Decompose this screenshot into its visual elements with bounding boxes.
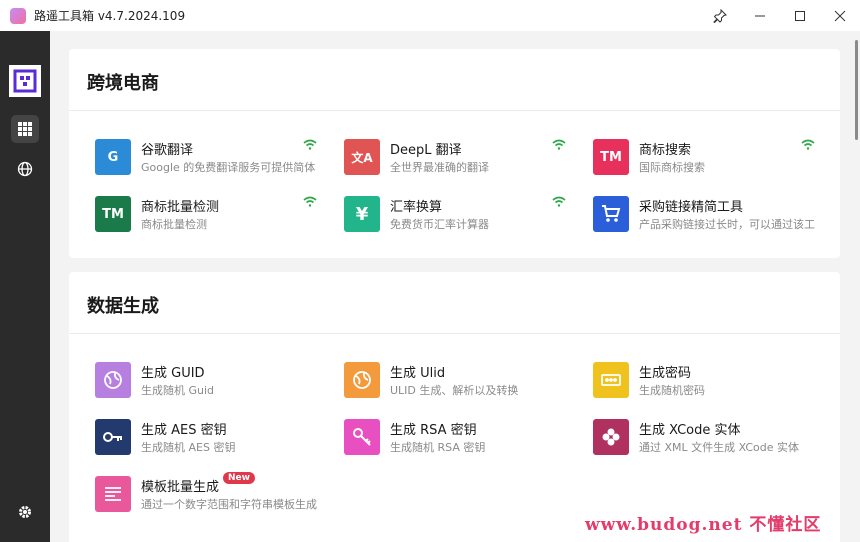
tool-name: 生成 XCode 实体: [639, 423, 741, 438]
settings-button[interactable]: [11, 498, 39, 526]
scrollbar-thumb[interactable]: [855, 40, 858, 140]
tool-generate-password[interactable]: 生成密码 生成随机密码: [593, 360, 833, 402]
tool-name: 商标搜索: [639, 143, 692, 158]
app-logo: [9, 65, 41, 97]
tool-name: 生成 Ulid: [390, 366, 446, 381]
wifi-icon: [303, 196, 317, 207]
pin-button[interactable]: [700, 0, 740, 31]
wifi-icon: [801, 139, 815, 150]
tool-name: 生成 GUID: [141, 366, 205, 381]
tool-desc: 全世界最准确的翻译: [390, 161, 489, 174]
tool-name: 谷歌翻译: [141, 143, 194, 158]
tool-google-translate[interactable]: G 谷歌翻译 Google 的免费翻译服务可提供简体: [95, 137, 335, 179]
tool-desc: 生成随机 AES 密钥: [141, 441, 236, 454]
nav-web-button[interactable]: [11, 155, 39, 183]
tool-name: DeepL 翻译: [390, 143, 462, 158]
new-badge: New: [223, 472, 255, 484]
watermark: www.budog.net 不懂社区: [585, 515, 822, 535]
key-icon: [95, 419, 131, 455]
maximize-button[interactable]: [780, 0, 820, 31]
tool-deepl-translate[interactable]: 文A DeepL 翻译 全世界最准确的翻译: [344, 137, 584, 179]
tool-generate-xcode-entity[interactable]: 生成 XCode 实体 通过 XML 文件生成 XCode 实体: [593, 417, 833, 459]
tool-link-shortener[interactable]: 采购链接精简工具 产品采购链接过长时，可以通过该工: [593, 194, 833, 236]
nav-apps-button[interactable]: [11, 115, 39, 143]
globe-icon: [95, 362, 131, 398]
tool-desc: 生成随机密码: [639, 384, 705, 397]
tool-desc: 通过 XML 文件生成 XCode 实体: [639, 441, 800, 454]
tool-name: 采购链接精简工具: [639, 200, 744, 215]
shopping-cart-icon: [593, 196, 629, 232]
globe-icon: [344, 362, 380, 398]
tool-name: 生成 AES 密钥: [141, 423, 227, 438]
yen-icon: ¥: [344, 196, 380, 232]
main-content: 跨境电商 G 谷歌翻译 Google 的免费翻译服务可提供简体 文A DeepL…: [50, 31, 852, 542]
wifi-icon: [303, 139, 317, 150]
tool-exchange-rate[interactable]: ¥ 汇率换算 免费货币汇率计算器: [344, 194, 584, 236]
minimize-icon: [755, 15, 765, 16]
tool-name: 模板批量生成: [141, 480, 220, 495]
minimize-button[interactable]: [740, 0, 780, 31]
tool-desc: Google 的免费翻译服务可提供简体: [141, 161, 316, 174]
tool-template-batch[interactable]: 模板批量生成 New 通过一个数字范围和字符串模板生成: [95, 472, 335, 516]
section-divider: [69, 333, 840, 334]
app-rocket-icon: [10, 7, 26, 24]
settings-gear-icon: [19, 506, 31, 518]
globe-icon: [17, 161, 33, 177]
section-divider: [69, 110, 840, 111]
section-title: 跨境电商: [87, 73, 159, 94]
wifi-icon: [552, 139, 566, 150]
maximize-icon: [795, 10, 805, 21]
google-translate-icon: G: [95, 139, 131, 175]
tool-desc: 免费货币汇率计算器: [390, 218, 489, 231]
close-icon: [834, 10, 846, 21]
section-data-generation: 数据生成 生成 GUID 生成随机 Guid 生成 Ulid ULID 生成、解…: [69, 272, 840, 542]
key-icon: [344, 419, 380, 455]
tool-generate-ulid[interactable]: 生成 Ulid ULID 生成、解析以及转换: [344, 360, 584, 402]
close-button[interactable]: [820, 0, 860, 31]
tool-generate-aes-key[interactable]: 生成 AES 密钥 生成随机 AES 密钥: [95, 417, 335, 459]
tool-name: 商标批量检测: [141, 200, 220, 215]
wifi-icon: [552, 196, 566, 207]
tool-name: 汇率换算: [390, 200, 443, 215]
tool-desc: 国际商标搜索: [639, 161, 705, 174]
tool-trademark-search[interactable]: TM 商标搜索 国际商标搜索: [593, 137, 833, 179]
trademark-icon: TM: [95, 196, 131, 232]
tool-desc: ULID 生成、解析以及转换: [390, 384, 519, 397]
window-title: 路遥工具箱 v4.7.2024.109: [34, 9, 186, 23]
title-bar: 路遥工具箱 v4.7.2024.109: [0, 0, 860, 31]
tool-desc: 通过一个数字范围和字符串模板生成: [141, 498, 317, 511]
tool-desc: 生成随机 Guid: [141, 384, 215, 397]
logo-icon: [13, 69, 37, 93]
tool-name: 生成密码: [639, 366, 692, 381]
puzzle-icon: [593, 419, 629, 455]
sidebar: [0, 31, 50, 542]
pin-icon: [713, 8, 727, 23]
tool-desc: 产品采购链接过长时，可以通过该工: [639, 218, 815, 231]
trademark-icon: TM: [593, 139, 629, 175]
template-icon: [95, 476, 131, 512]
tool-generate-rsa-key[interactable]: 生成 RSA 密钥 生成随机 RSA 密钥: [344, 417, 584, 459]
tool-desc: 生成随机 RSA 密钥: [390, 441, 486, 454]
tool-desc: 商标批量检测: [141, 218, 207, 231]
password-icon: [593, 362, 629, 398]
apps-grid-icon: [18, 122, 32, 136]
section-title: 数据生成: [87, 296, 159, 317]
translate-icon: 文A: [344, 139, 380, 175]
tool-trademark-batch[interactable]: TM 商标批量检测 商标批量检测: [95, 194, 335, 236]
section-cross-border-ecommerce: 跨境电商 G 谷歌翻译 Google 的免费翻译服务可提供简体 文A DeepL…: [69, 49, 840, 258]
tool-name: 生成 RSA 密钥: [390, 423, 477, 438]
tool-generate-guid[interactable]: 生成 GUID 生成随机 Guid: [95, 360, 335, 402]
